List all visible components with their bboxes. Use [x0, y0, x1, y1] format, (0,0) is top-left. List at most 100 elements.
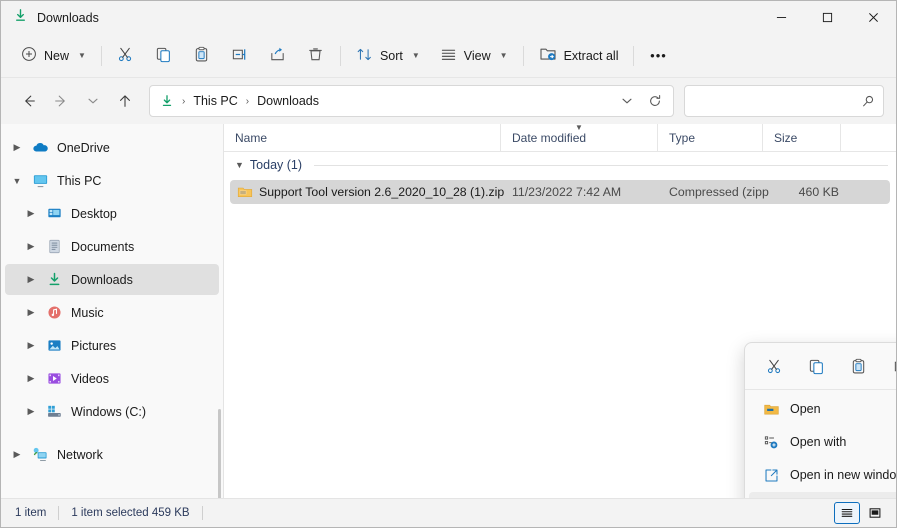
- breadcrumb: › This PC › Downloads: [181, 91, 613, 111]
- music-icon: [43, 304, 65, 321]
- address-dropdown-button[interactable]: [613, 87, 641, 115]
- share-button[interactable]: [259, 40, 297, 72]
- open-with-icon: [759, 434, 783, 451]
- window-title: Downloads: [37, 10, 99, 25]
- folder-open-icon: [759, 401, 783, 418]
- group-header-today[interactable]: ▼ Today (1): [224, 152, 896, 178]
- sidebar-scrollbar[interactable]: [218, 409, 221, 498]
- chevron-down-icon: ▼: [499, 51, 508, 60]
- file-name-cell[interactable]: Support Tool version 2.6_2020_10_28 (1).…: [230, 184, 507, 200]
- paste-button[interactable]: [183, 40, 221, 72]
- cloud-icon: [29, 139, 51, 156]
- rename-icon: [231, 46, 248, 66]
- context-menu-item-open[interactable]: Open Enter: [749, 393, 896, 425]
- maximize-button[interactable]: [804, 1, 850, 34]
- column-header-type[interactable]: Type: [658, 124, 763, 152]
- view-button[interactable]: View ▼: [430, 40, 518, 72]
- new-button[interactable]: New ▼: [11, 40, 96, 72]
- sort-icon: [356, 46, 373, 66]
- column-header-name[interactable]: Name: [224, 124, 501, 152]
- chevron-right-icon[interactable]: ▶: [19, 340, 43, 351]
- extract-all-button[interactable]: Extract all: [529, 40, 629, 72]
- column-label: Name: [235, 130, 268, 145]
- extract-all-label: Extract all: [563, 48, 619, 63]
- context-rename-button[interactable]: [884, 351, 896, 381]
- rename-button[interactable]: [221, 40, 259, 72]
- address-bar[interactable]: › This PC › Downloads: [149, 85, 674, 117]
- chevron-right-icon[interactable]: ▶: [5, 449, 29, 460]
- sidebar-label: Documents: [71, 239, 135, 254]
- cut-button[interactable]: [107, 40, 145, 72]
- column-header-size[interactable]: Size: [763, 124, 841, 152]
- column-header-date-modified[interactable]: ▼ Date modified: [501, 124, 658, 152]
- context-menu-icon-toolbar: [745, 347, 896, 387]
- sidebar-item-downloads[interactable]: ▶ Downloads: [5, 264, 219, 295]
- sidebar-item-videos[interactable]: ▶ Videos: [5, 363, 219, 394]
- chevron-right-icon[interactable]: ▶: [19, 373, 43, 384]
- see-more-button[interactable]: •••: [639, 40, 677, 72]
- network-icon: [29, 446, 51, 463]
- chevron-right-icon[interactable]: ▶: [19, 307, 43, 318]
- status-divider-2: [201, 506, 203, 520]
- search-box[interactable]: [684, 85, 884, 117]
- large-icons-view-button[interactable]: [862, 502, 888, 524]
- picture-icon: [43, 337, 65, 354]
- details-view-button[interactable]: [834, 502, 860, 524]
- monitor-icon: [29, 172, 51, 189]
- forward-button[interactable]: [45, 85, 77, 117]
- sort-ascending-icon: ▼: [575, 124, 583, 132]
- sidebar-item-windows-c[interactable]: ▶ Windows (C:): [5, 396, 219, 427]
- clipboard-icon: [193, 46, 210, 66]
- context-cut-button[interactable]: [757, 351, 791, 381]
- chevron-right-icon[interactable]: ▶: [19, 274, 43, 285]
- back-button[interactable]: [13, 85, 45, 117]
- sort-button[interactable]: Sort ▼: [346, 40, 430, 72]
- new-button-label: New: [44, 48, 70, 63]
- downloads-icon: [43, 271, 65, 288]
- context-copy-button[interactable]: [799, 351, 833, 381]
- chevron-right-icon[interactable]: ▶: [19, 241, 43, 252]
- drive-icon: [43, 403, 65, 420]
- context-menu-item-open-with[interactable]: Open with ❯: [749, 426, 896, 458]
- file-date-cell: 11/23/2022 7:42 AM: [512, 185, 622, 199]
- delete-button[interactable]: [297, 40, 335, 72]
- chevron-right-icon[interactable]: ▶: [19, 208, 43, 219]
- context-menu-item-open-in-new-window[interactable]: Open in new window: [749, 459, 896, 491]
- chevron-right-icon[interactable]: ▶: [5, 142, 29, 153]
- sidebar-item-pictures[interactable]: ▶ Pictures: [5, 330, 219, 361]
- file-explorer-window: Downloads New ▼ Sort ▼ View ▼ Extract al…: [0, 0, 897, 528]
- copy-button[interactable]: [145, 40, 183, 72]
- sidebar-item-this-pc[interactable]: ▼ This PC: [5, 165, 219, 196]
- breadcrumb-downloads[interactable]: Downloads: [251, 91, 325, 111]
- sidebar-item-documents[interactable]: ▶ Documents: [5, 231, 219, 262]
- ellipsis-icon: •••: [650, 48, 667, 63]
- search-input[interactable]: [695, 94, 861, 108]
- breadcrumb-separator: ›: [245, 95, 250, 107]
- item-count: 1 item: [15, 507, 47, 519]
- context-paste-button[interactable]: [842, 351, 876, 381]
- context-menu-label: Open with: [790, 435, 847, 449]
- sidebar-item-network[interactable]: ▶ Network: [5, 439, 219, 470]
- chevron-down-icon[interactable]: ▼: [235, 160, 244, 170]
- chevron-down-icon[interactable]: ▼: [5, 176, 29, 186]
- toolbar-divider-3: [522, 45, 524, 66]
- refresh-button[interactable]: [641, 87, 669, 115]
- context-menu-item-extract-all[interactable]: Extract All...: [749, 492, 896, 498]
- up-button[interactable]: [109, 85, 141, 117]
- minimize-button[interactable]: [758, 1, 804, 34]
- sidebar-label: Pictures: [71, 338, 117, 353]
- view-toggle-group: [834, 502, 888, 524]
- breadcrumb-this-pc[interactable]: This PC: [187, 91, 243, 111]
- table-row[interactable]: Support Tool version 2.6_2020_10_28 (1).…: [230, 180, 890, 204]
- recent-locations-button[interactable]: [77, 85, 109, 117]
- address-bar-actions: [613, 87, 669, 115]
- context-menu-label: Open: [790, 402, 821, 416]
- sidebar-item-music[interactable]: ▶ Music: [5, 297, 219, 328]
- chevron-right-icon[interactable]: ▶: [19, 406, 43, 417]
- search-icon: [861, 94, 875, 108]
- close-button[interactable]: [850, 1, 896, 34]
- sidebar-item-onedrive[interactable]: ▶ OneDrive: [5, 132, 219, 163]
- window-controls: [758, 1, 896, 34]
- sidebar-item-desktop[interactable]: ▶ Desktop: [5, 198, 219, 229]
- title-bar: Downloads: [1, 1, 896, 34]
